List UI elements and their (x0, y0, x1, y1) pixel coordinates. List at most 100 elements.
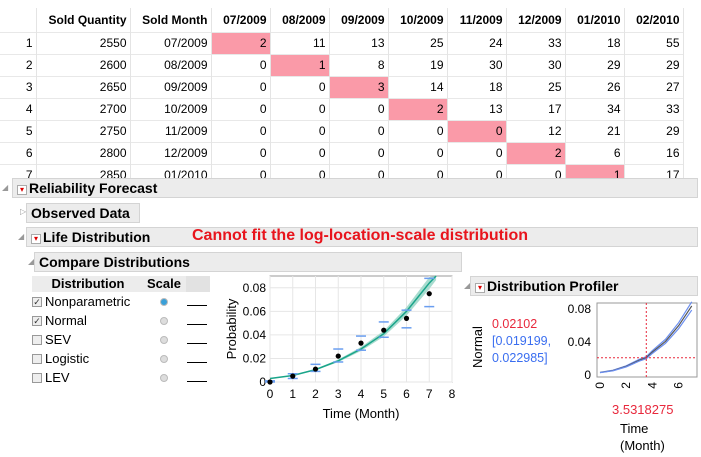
table-cell: 13 (329, 31, 389, 54)
row-number: 5 (0, 119, 37, 142)
column-header[interactable]: 10/2009 (388, 8, 448, 32)
table-cell: 18 (565, 31, 625, 54)
checkbox[interactable]: ✓ (32, 315, 42, 326)
distribution-row: Logistic (32, 349, 210, 368)
compare-distributions-header[interactable]: Compare Distributions (34, 252, 462, 272)
table-cell: 34 (565, 97, 625, 120)
data-point (335, 353, 341, 359)
x-tick-label: 7 (426, 387, 433, 401)
profiler-xlabel: Time (Month) (620, 421, 665, 453)
table-cell: 0 (329, 119, 389, 142)
distribution-profiler-header[interactable]: ▾ Distribution Profiler (470, 276, 698, 296)
table-cell: 1 (270, 53, 330, 76)
y-tick-label: 0.06 (243, 304, 267, 318)
x-tick-label: 8 (449, 387, 456, 401)
x-tick-label: 6 (672, 382, 686, 389)
x-tick-label: 0 (593, 382, 607, 389)
table-row[interactable]: 4 2700 10/2009 0 0 0 2 13 17 34 33 (0, 97, 684, 120)
column-header[interactable]: 01/2010 (565, 8, 625, 32)
table-cell: 0 (270, 119, 330, 142)
line-style-swatch[interactable] (187, 324, 207, 325)
table-cell: 09/2009 (130, 75, 212, 98)
distribution-header: Distribution (51, 276, 125, 291)
corner-cell (0, 8, 37, 32)
red-triangle-menu-icon[interactable]: ▾ (17, 185, 27, 195)
table-cell: 0 (211, 97, 271, 120)
checkbox[interactable]: ✓ (32, 296, 42, 307)
table-cell: 25 (506, 75, 566, 98)
x-tick-label: 1 (289, 387, 296, 401)
scale-radio[interactable] (160, 317, 168, 325)
scale-radio[interactable] (160, 298, 168, 306)
y-tick-label: 0.04 (568, 335, 592, 349)
profiler-ci-lower: [0.019199, (492, 334, 552, 348)
table-cell: 18 (447, 75, 507, 98)
y-axis-label: Probability (224, 298, 239, 359)
y-tick-label: 0.02 (243, 351, 267, 365)
table-row[interactable]: 1 2550 07/2009 2 11 13 25 24 33 18 55 (0, 31, 684, 54)
checkbox[interactable] (32, 334, 42, 345)
table-cell: 55 (624, 31, 684, 54)
distribution-label: Logistic (45, 351, 90, 366)
line-style-swatch[interactable] (187, 343, 207, 344)
table-cell: 2650 (36, 75, 131, 98)
scale-radio[interactable] (160, 355, 168, 363)
row-number: 3 (0, 75, 37, 98)
column-header[interactable]: 11/2009 (447, 8, 507, 32)
table-cell: 17 (506, 97, 566, 120)
checkbox[interactable] (32, 372, 42, 383)
column-header[interactable]: 07/2009 (211, 8, 271, 32)
table-cell: 33 (506, 31, 566, 54)
scale-radio[interactable] (160, 374, 168, 382)
line-style-swatch[interactable] (187, 362, 207, 363)
observed-data-header[interactable]: Observed Data (26, 203, 140, 223)
column-header[interactable]: 08/2009 (270, 8, 330, 32)
table-cell: 0 (270, 141, 330, 164)
table-cell: 30 (506, 53, 566, 76)
column-header[interactable]: 02/2010 (624, 8, 684, 32)
table-cell: 19 (388, 53, 448, 76)
table-row[interactable]: 6 2800 12/2009 0 0 0 0 0 2 6 16 (0, 141, 684, 164)
profiler-chart[interactable]: 0 0.04 0.08 0 2 4 6 (555, 300, 701, 415)
column-header[interactable]: 09/2009 (329, 8, 389, 32)
table-cell: 24 (447, 31, 507, 54)
table-cell: 13 (447, 97, 507, 120)
column-header[interactable]: Sold Quantity (36, 8, 131, 32)
checkbox[interactable] (32, 353, 42, 364)
profiler-ylabel: Normal (470, 326, 485, 368)
distribution-label: Normal (45, 313, 87, 328)
disclosure-open-icon[interactable]: ◢ (18, 232, 24, 241)
distribution-label: Nonparametric (45, 294, 131, 309)
x-tick-label: 5 (380, 387, 387, 401)
x-tick-label: 3 (335, 387, 342, 401)
x-axis-label: Time (Month) (323, 406, 400, 421)
reliability-forecast-header[interactable]: ▾ Reliability Forecast (12, 178, 698, 198)
table-row[interactable]: 2 2600 08/2009 0 1 8 19 30 30 29 29 (0, 53, 684, 76)
red-triangle-menu-icon[interactable]: ▾ (475, 283, 485, 293)
x-tick-label: 2 (619, 382, 633, 389)
profiler-value: 0.02102 (492, 317, 538, 331)
data-point (267, 379, 273, 385)
table-cell: 0 (211, 75, 271, 98)
table-cell: 0 (270, 75, 330, 98)
table-cell: 2550 (36, 31, 131, 54)
table-row[interactable]: 3 2650 09/2009 0 0 3 14 18 25 26 27 (0, 75, 684, 98)
line-style-swatch[interactable] (187, 381, 207, 382)
table-cell: 2600 (36, 53, 131, 76)
line-style-swatch[interactable] (187, 305, 207, 306)
table-cell: 26 (565, 75, 625, 98)
red-triangle-menu-icon[interactable]: ▾ (31, 234, 41, 244)
table-cell: 21 (565, 119, 625, 142)
error-message: Cannot fit the log-location-scale distri… (192, 227, 528, 244)
table-row[interactable]: 5 2750 11/2009 0 0 0 0 0 12 21 29 (0, 119, 684, 142)
table-cell: 11/2009 (130, 119, 212, 142)
table-cell: 0 (211, 141, 271, 164)
x-tick-label: 4 (645, 382, 659, 389)
profiler-x-value[interactable]: 3.5318275 (612, 402, 673, 417)
data-point (358, 340, 364, 346)
x-tick-label: 4 (358, 387, 365, 401)
disclosure-open-icon[interactable]: ◢ (2, 183, 8, 192)
scale-radio[interactable] (160, 336, 168, 344)
column-header[interactable]: Sold Month (130, 8, 212, 32)
column-header[interactable]: 12/2009 (506, 8, 566, 32)
